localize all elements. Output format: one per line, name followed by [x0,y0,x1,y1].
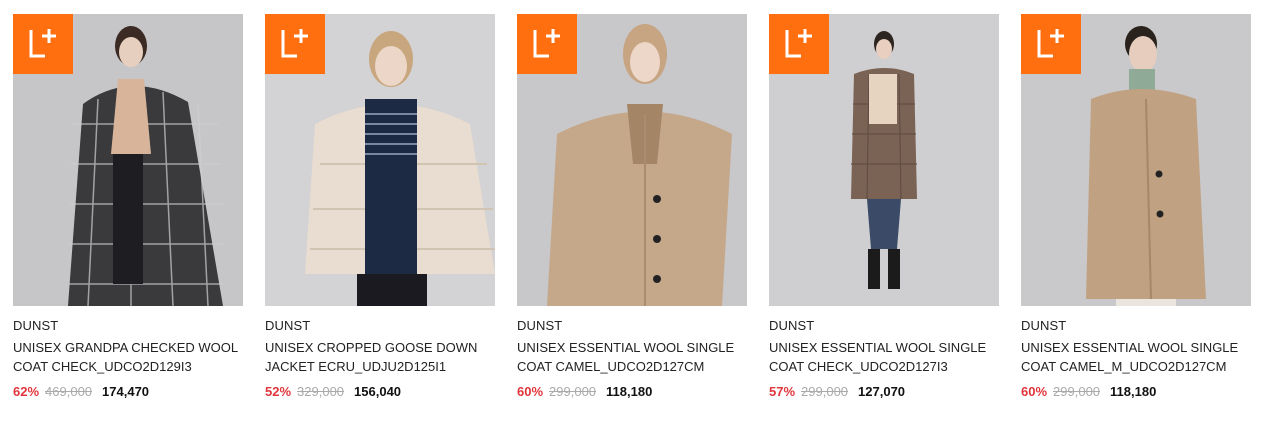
price-row: 60% 299,000 118,180 [517,384,747,400]
product-image[interactable] [1021,14,1251,306]
product-grid: DUNST UNISEX GRANDPA CHECKED WOOL COAT C… [13,14,1259,400]
product-image[interactable] [265,14,495,306]
product-name[interactable]: UNISEX GRANDPA CHECKED WOOL COAT CHECK_U… [13,338,243,376]
sale-price: 118,180 [1110,384,1157,399]
discount-rate: 60% [1021,384,1048,399]
lplus-badge-icon [1037,29,1064,58]
product-card[interactable]: DUNST UNISEX ESSENTIAL WOOL SINGLE COAT … [517,14,747,400]
product-name[interactable]: UNISEX ESSENTIAL WOOL SINGLE COAT CAMEL_… [1021,338,1251,376]
discount-rate: 62% [13,384,40,399]
price-row: 60% 299,000 118,180 [1021,384,1251,400]
original-price: 299,000 [801,384,849,399]
original-price: 299,000 [1053,384,1101,399]
product-brand: DUNST [265,318,311,333]
original-price: 299,000 [549,384,597,399]
product-brand: DUNST [13,318,59,333]
lplus-badge-icon [785,29,812,58]
product-brand: DUNST [769,318,815,333]
original-price: 469,000 [45,384,93,399]
price-row: 62% 469,000 174,470 [13,384,243,400]
sale-price: 174,470 [102,384,150,399]
product-name[interactable]: UNISEX ESSENTIAL WOOL SINGLE COAT CHECK_… [769,338,999,376]
product-image[interactable] [13,14,243,306]
product-name[interactable]: UNISEX CROPPED GOOSE DOWN JACKET ECRU_UD… [265,338,495,376]
product-name[interactable]: UNISEX ESSENTIAL WOOL SINGLE COAT CAMEL_… [517,338,747,376]
lplus-badge [13,14,73,74]
lplus-badge [517,14,577,74]
product-brand: DUNST [517,318,563,333]
lplus-badge [769,14,829,74]
discount-rate: 52% [265,384,292,399]
product-brand: DUNST [1021,318,1067,333]
original-price: 329,000 [297,384,345,399]
product-card[interactable]: DUNST UNISEX ESSENTIAL WOOL SINGLE COAT … [769,14,999,400]
sale-price: 118,180 [606,384,653,399]
lplus-badge-icon [281,29,308,58]
product-image[interactable] [517,14,747,306]
product-card[interactable]: DUNST UNISEX CROPPED GOOSE DOWN JACKET E… [265,14,495,400]
product-card[interactable]: DUNST UNISEX ESSENTIAL WOOL SINGLE COAT … [1021,14,1251,400]
price-row: 57% 299,000 127,070 [769,384,999,400]
lplus-badge [1021,14,1081,74]
discount-rate: 57% [769,384,796,399]
discount-rate: 60% [517,384,544,399]
lplus-badge-icon [29,29,56,58]
lplus-badge [265,14,325,74]
product-image[interactable] [769,14,999,306]
sale-price: 127,070 [858,384,906,399]
lplus-badge-icon [533,29,560,58]
price-row: 52% 329,000 156,040 [265,384,495,400]
product-card[interactable]: DUNST UNISEX GRANDPA CHECKED WOOL COAT C… [13,14,243,400]
sale-price: 156,040 [354,384,402,399]
